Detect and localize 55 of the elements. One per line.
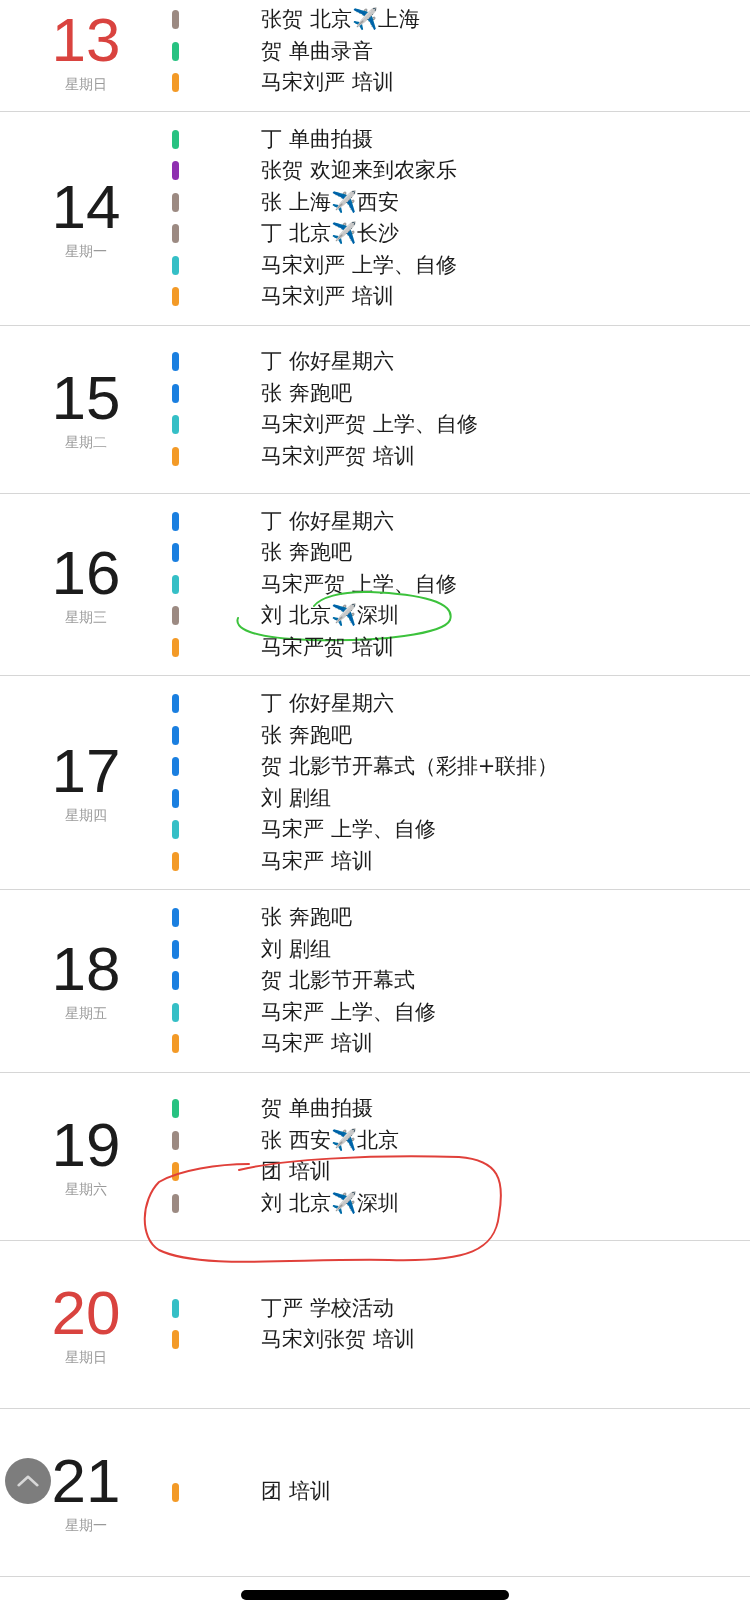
- event-title[interactable]: 丁严 学校活动: [261, 1292, 394, 1324]
- event-title[interactable]: 丁 北京✈长沙: [261, 218, 399, 250]
- event-title[interactable]: 张 上海✈西安: [261, 186, 399, 218]
- event-title[interactable]: 团 培训: [261, 1476, 331, 1508]
- event-title[interactable]: 马宋刘严 培训: [261, 281, 394, 313]
- event-title[interactable]: 马宋刘严贺 培训: [261, 440, 415, 472]
- day-number: 14: [51, 174, 121, 239]
- event-title[interactable]: 贺 单曲录音: [261, 35, 373, 67]
- event-title[interactable]: 张 奔跑吧: [261, 902, 352, 934]
- event-title[interactable]: 张 奔跑吧: [261, 377, 352, 409]
- event-title[interactable]: 刘 剧组: [261, 933, 331, 965]
- event-title[interactable]: 张 奔跑吧: [261, 719, 352, 751]
- event-title[interactable]: 丁 单曲拍摄: [261, 123, 373, 155]
- weekday-label: 星期六: [65, 1179, 107, 1199]
- event-title[interactable]: 张贺 北京✈上海: [261, 4, 420, 36]
- weekday-label: 星期日: [65, 1347, 107, 1367]
- scroll-top-button[interactable]: [5, 1458, 51, 1504]
- day-number: 13: [51, 7, 121, 72]
- weekday-label: 星期一: [65, 1515, 107, 1535]
- event-title[interactable]: 刘 北京✈深圳: [261, 600, 399, 632]
- event-title[interactable]: 马宋刘严 上学、自修: [261, 249, 457, 281]
- event-title[interactable]: 贺 单曲拍摄: [261, 1093, 373, 1125]
- event-title[interactable]: 丁 你好星期六: [261, 505, 394, 537]
- event-title[interactable]: 马宋刘严 培训: [261, 67, 394, 99]
- event-title[interactable]: 张 奔跑吧: [261, 537, 352, 569]
- event-title[interactable]: 马宋刘张贺 培训: [261, 1324, 415, 1356]
- event-title[interactable]: 丁 你好星期六: [261, 688, 394, 720]
- event-title[interactable]: 丁 你好星期六: [261, 346, 394, 378]
- event-title[interactable]: 马宋严 上学、自修: [261, 996, 436, 1028]
- event-title[interactable]: 马宋严 培训: [261, 1028, 373, 1060]
- event-title[interactable]: 马宋刘严贺 上学、自修: [261, 409, 478, 441]
- weekday-label: 星期三: [65, 607, 107, 627]
- day-number: 15: [51, 365, 121, 430]
- chevron-up-icon: [17, 1475, 39, 1487]
- weekday-label: 星期五: [65, 1004, 107, 1024]
- day-number: 21: [51, 1448, 121, 1513]
- event-title[interactable]: 马宋严 培训: [261, 845, 373, 877]
- day-number: 16: [51, 540, 121, 605]
- day-number: 17: [51, 739, 121, 803]
- event-title[interactable]: 团 培训: [261, 1156, 331, 1188]
- event-title[interactable]: 贺 北影节开幕式（彩排+联排）: [261, 751, 559, 783]
- day-number: 19: [51, 1112, 121, 1177]
- weekday-label: 星期一: [65, 241, 107, 261]
- weekday-label: 星期日: [65, 74, 107, 94]
- event-title[interactable]: 张 西安✈北京: [261, 1124, 399, 1156]
- event-title[interactable]: 马宋严贺 培训: [261, 631, 394, 663]
- event-title[interactable]: 刘 北京✈深圳: [261, 1187, 399, 1219]
- weekday-label: 星期四: [65, 806, 107, 825]
- weekday-label: 星期二: [65, 432, 107, 452]
- event-title[interactable]: 张贺 欢迎来到农家乐: [261, 155, 457, 187]
- day-number: 18: [51, 937, 121, 1002]
- event-title[interactable]: 马宋严 上学、自修: [261, 814, 436, 846]
- day-number: 20: [51, 1280, 121, 1345]
- event-title[interactable]: 刘 剧组: [261, 782, 331, 814]
- event-title[interactable]: 贺 北影节开幕式: [261, 965, 415, 997]
